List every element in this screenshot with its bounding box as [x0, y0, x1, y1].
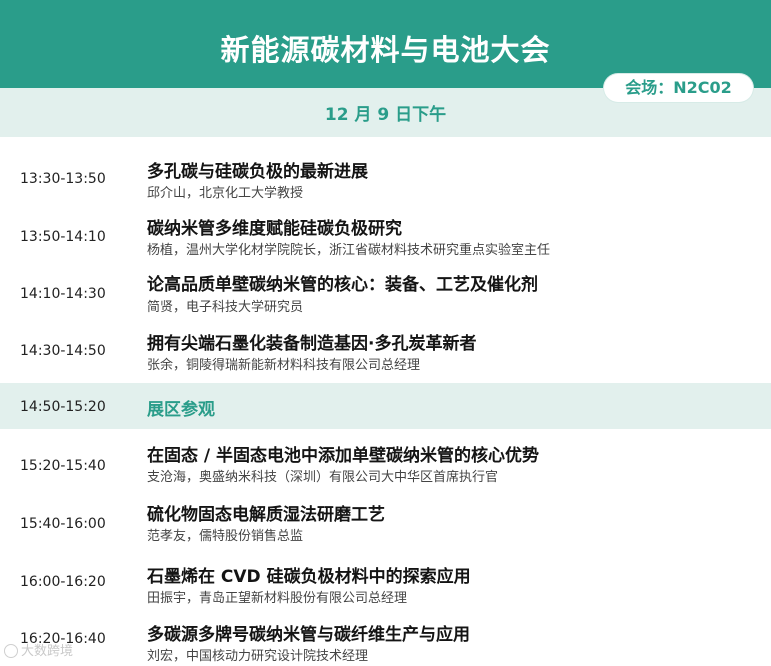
session-time: 14:30-14:50	[20, 343, 106, 359]
page-title: 新能源碳材料与电池大会	[220, 33, 551, 67]
session-time: 15:20-15:40	[20, 458, 106, 474]
session-time: 13:30-13:50	[20, 171, 106, 187]
break-time: 14:50-15:20	[20, 399, 106, 415]
watermark-logo-icon	[4, 644, 18, 658]
session-date: 12 月 9 日下午	[324, 105, 447, 125]
session-speaker: 范孝友，儒特股份销售总监	[147, 529, 304, 544]
session-title: 在固态 / 半固态电池中添加单壁碳纳米管的核心优势	[147, 446, 540, 466]
session-speaker: 田振宇，青岛正望新材料股份有限公司总经理	[147, 591, 408, 606]
session-time: 13:50-14:10	[20, 229, 106, 245]
session-speaker: 支沧海，奥盛纳米科技（深圳）有限公司大中华区首席执行官	[147, 470, 499, 485]
session-speaker: 杨植，温州大学化材学院院长，浙江省碳材料技术研究重点实验室主任	[147, 243, 551, 258]
venue-badge: 会场：N2C02	[604, 74, 753, 102]
session-speaker: 简贤，电子科技大学研究员	[147, 300, 304, 315]
session-time: 14:10-14:30	[20, 286, 106, 302]
session-title: 多孔碳与硅碳负极的最新进展	[147, 162, 368, 182]
session-title: 拥有尖端石墨化装备制造基因·多孔炭革新者	[147, 334, 477, 354]
session-title: 碳纳米管多维度赋能硅碳负极研究	[147, 219, 402, 239]
session-speaker: 邱介山，北京化工大学教授	[147, 186, 304, 201]
session-title: 硫化物固态电解质湿法研磨工艺	[147, 505, 385, 525]
session-title: 论高品质单壁碳纳米管的核心：装备、工艺及催化剂	[147, 275, 538, 295]
session-speaker: 张余，铜陵得瑞新能新材料科技有限公司总经理	[147, 358, 421, 373]
session-title: 多碳源多牌号碳纳米管与碳纤维生产与应用	[147, 625, 470, 645]
session-speaker: 刘宏，中国核动力研究设计院技术经理	[147, 649, 369, 664]
session-time: 15:40-16:00	[20, 516, 106, 532]
break-row: 14:50-15:20 展区参观	[0, 383, 771, 429]
session-time: 16:00-16:20	[20, 574, 106, 590]
watermark-text: 大数跨境	[21, 644, 74, 659]
break-title: 展区参观	[147, 400, 215, 420]
watermark: 大数跨境	[4, 640, 73, 659]
session-title: 石墨烯在 CVD 硅碳负极材料中的探索应用	[147, 567, 471, 587]
